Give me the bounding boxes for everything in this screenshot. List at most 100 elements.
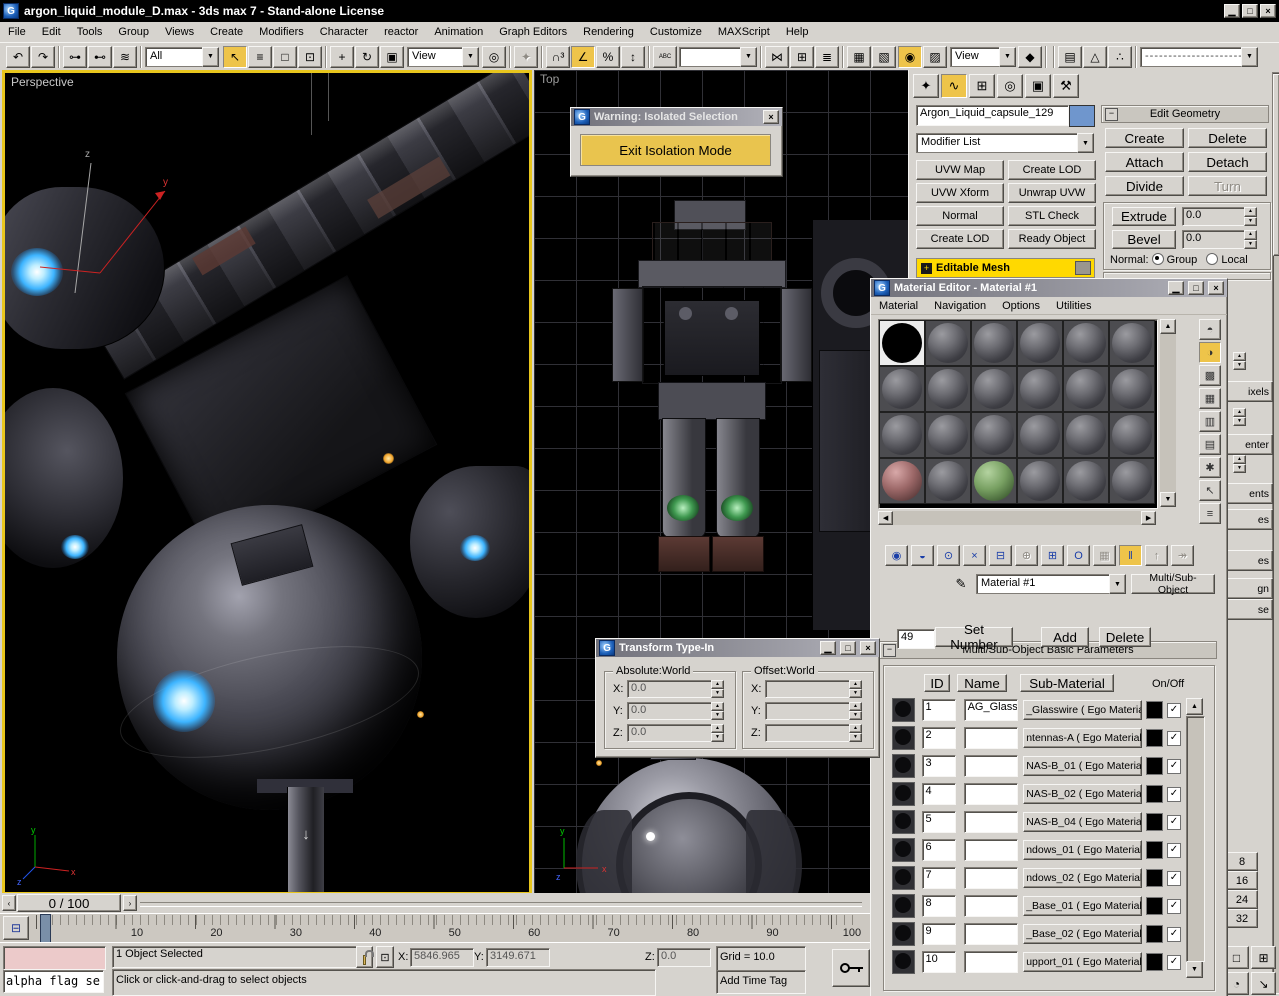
submaterial-id-field[interactable]: 3 bbox=[922, 755, 956, 777]
material-sample-slot[interactable] bbox=[879, 366, 925, 412]
reference-coordsys-dropdown[interactable]: View▼ bbox=[407, 47, 479, 67]
select-and-move-icon[interactable]: + bbox=[330, 46, 354, 68]
show-map-in-viewport-icon[interactable]: ▦ bbox=[1093, 545, 1116, 566]
offset-x-field[interactable] bbox=[765, 680, 851, 698]
close-icon[interactable]: × bbox=[763, 110, 779, 124]
material-sample-slot[interactable] bbox=[879, 412, 925, 458]
set-key-button[interactable] bbox=[832, 949, 870, 987]
make-preview-icon[interactable]: ▤ bbox=[1199, 434, 1221, 455]
submaterial-button[interactable]: _Base_01 ( Ego Material ) bbox=[1023, 896, 1142, 916]
sample-uv-tiling-icon[interactable]: ▦ bbox=[1199, 388, 1221, 409]
dropdown-arrow-icon[interactable]: ▼ bbox=[462, 47, 479, 67]
edit-geometry-button[interactable]: Detach bbox=[1188, 152, 1267, 172]
absolute-z-field[interactable]: 0.0 bbox=[627, 724, 713, 742]
submaterial-name-field[interactable] bbox=[964, 783, 1019, 805]
material-map-navigator-icon[interactable]: ≡ bbox=[1199, 503, 1221, 524]
absolute-y-field[interactable]: 0.0 bbox=[627, 702, 713, 720]
scroll-up-icon[interactable]: ▲ bbox=[1160, 319, 1176, 334]
x-coord-field[interactable]: 5846.965 bbox=[410, 948, 474, 967]
menu-item[interactable]: Edit bbox=[34, 23, 69, 41]
viewport-top[interactable]: Top bbox=[534, 70, 908, 893]
mirror-icon[interactable]: ⋈ bbox=[765, 46, 789, 68]
dropdown-arrow-icon[interactable]: ▼ bbox=[740, 47, 757, 67]
min-max-toggle-icon[interactable]: ↘ bbox=[1251, 972, 1276, 995]
close-icon[interactable]: × bbox=[860, 641, 876, 655]
submaterial-color-swatch[interactable] bbox=[1146, 841, 1163, 859]
tab-display[interactable]: ▣ bbox=[1025, 74, 1051, 98]
extrude-spinner[interactable]: ▲▼ bbox=[1244, 207, 1257, 226]
material-sample-slot[interactable] bbox=[1063, 458, 1109, 504]
sample-hscrollbar[interactable]: ◀ ▶ bbox=[878, 511, 1156, 525]
absolute-z-spinner[interactable]: ▲▼ bbox=[711, 724, 724, 742]
next-frame-button[interactable]: › bbox=[123, 895, 137, 911]
material-id-channel-icon[interactable]: O bbox=[1067, 545, 1090, 566]
sample-vscrollbar[interactable]: ▲ ▼ bbox=[1160, 319, 1176, 507]
menu-item[interactable]: MAXScript bbox=[710, 23, 778, 41]
named-selection-dropdown[interactable]: ▼ bbox=[679, 47, 757, 67]
submaterial-color-swatch[interactable] bbox=[1146, 785, 1163, 803]
absolute-x-spinner[interactable]: ▲▼ bbox=[711, 680, 724, 698]
smoothing-group-button[interactable]: 32 bbox=[1226, 909, 1258, 928]
bevel-value-field[interactable]: 0.0 bbox=[1182, 230, 1246, 249]
snaps-extra-icon[interactable]: ∴ bbox=[1108, 46, 1132, 68]
submaterial-button[interactable]: ntennas-A ( Ego Material ) bbox=[1023, 728, 1142, 748]
edit-geometry-button[interactable]: Attach bbox=[1105, 152, 1184, 172]
tab-modify[interactable]: ∿ bbox=[941, 74, 967, 98]
select-and-rotate-icon[interactable]: ↻ bbox=[355, 46, 379, 68]
modifier-button[interactable]: Create LOD bbox=[916, 229, 1004, 249]
selection-lock-toggle[interactable] bbox=[356, 946, 373, 968]
object-name-field[interactable]: Argon_Liquid_capsule_129 bbox=[916, 105, 1069, 126]
tab-hierarchy[interactable]: ⊞ bbox=[969, 74, 995, 98]
maximize-icon[interactable]: □ bbox=[1188, 281, 1204, 295]
absolute-offset-toggle[interactable]: ⊡ bbox=[376, 946, 394, 968]
schematic-view-icon[interactable]: ▧ bbox=[872, 46, 896, 68]
reset-map-icon[interactable]: × bbox=[963, 545, 986, 566]
quick-render-icon[interactable]: ◆ bbox=[1018, 46, 1042, 68]
submaterial-preview[interactable] bbox=[892, 838, 915, 862]
submaterial-color-swatch[interactable] bbox=[1146, 897, 1163, 915]
submaterial-onoff-checkbox[interactable]: ✓ bbox=[1167, 843, 1181, 858]
select-object-icon[interactable]: ↖ bbox=[223, 46, 247, 68]
submaterial-color-swatch[interactable] bbox=[1146, 729, 1163, 747]
scroll-down-icon[interactable]: ▼ bbox=[1160, 492, 1176, 507]
submaterial-preview[interactable] bbox=[892, 754, 915, 778]
submaterial-preview[interactable] bbox=[892, 698, 915, 722]
material-editor-menu-item[interactable]: Material bbox=[871, 297, 926, 315]
trackbar-selection-icon[interactable]: ⊟ bbox=[3, 916, 29, 940]
menu-item[interactable]: Views bbox=[157, 23, 202, 41]
menu-item[interactable]: reactor bbox=[376, 23, 426, 41]
maxscript-listener-line[interactable]: alpha flag se bbox=[3, 970, 104, 993]
make-unique-icon[interactable]: ⊕ bbox=[1015, 545, 1038, 566]
material-name-dropdown[interactable]: Material #1▼ bbox=[976, 574, 1126, 594]
material-editor-menu-item[interactable]: Options bbox=[994, 297, 1048, 315]
menu-item[interactable]: Help bbox=[778, 23, 817, 41]
menu-item[interactable]: Character bbox=[312, 23, 376, 41]
add-button[interactable]: Add bbox=[1041, 627, 1089, 647]
warning-dialog-titlebar[interactable]: G Warning: Isolated Selection × bbox=[571, 108, 782, 126]
material-sample-slot[interactable] bbox=[925, 458, 971, 504]
background-icon[interactable]: ▩ bbox=[1199, 365, 1221, 386]
align-icon[interactable]: ⊞ bbox=[790, 46, 814, 68]
absolute-x-field[interactable]: 0.0 bbox=[627, 680, 713, 698]
pick-material-eyedropper[interactable]: ✎ bbox=[951, 575, 971, 593]
minimize-icon[interactable]: ▁ bbox=[820, 641, 836, 655]
submaterial-color-swatch[interactable] bbox=[1146, 701, 1163, 719]
normal-local-radio[interactable] bbox=[1206, 253, 1218, 265]
submaterial-name-field[interactable] bbox=[964, 895, 1019, 917]
bevel-button[interactable]: Bevel bbox=[1112, 230, 1176, 249]
submaterial-button[interactable]: ndows_02 ( Ego Material ) bbox=[1023, 868, 1142, 888]
submaterial-id-field[interactable]: 5 bbox=[922, 811, 956, 833]
submaterial-preview[interactable] bbox=[892, 950, 915, 974]
scroll-right-icon[interactable]: ▶ bbox=[1141, 511, 1156, 525]
submaterial-name-field[interactable] bbox=[964, 951, 1019, 973]
close-button[interactable]: × bbox=[1260, 4, 1276, 18]
edit-geometry-rollout-header[interactable]: − Edit Geometry bbox=[1101, 105, 1269, 123]
put-material-to-scene-icon[interactable]: ◒ bbox=[911, 545, 934, 566]
rollout-collapse-icon[interactable]: − bbox=[1105, 108, 1118, 121]
trackbar-position-marker[interactable] bbox=[40, 914, 51, 944]
submaterial-name-field[interactable]: AG_Glass bbox=[964, 699, 1019, 721]
material-editor-icon[interactable]: ◉ bbox=[898, 46, 922, 68]
menu-item[interactable]: Rendering bbox=[575, 23, 642, 41]
material-sample-slot[interactable] bbox=[1017, 412, 1063, 458]
modifier-button[interactable]: UVW Map bbox=[916, 160, 1004, 180]
